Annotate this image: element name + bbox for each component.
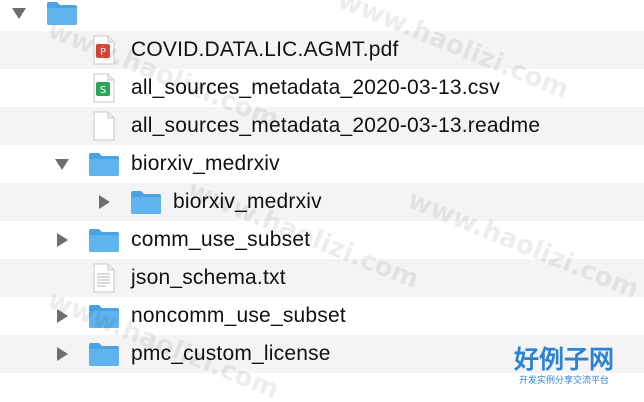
tree-row-file[interactable]: S all_sources_metadata_2020-03-13.csv <box>0 69 644 107</box>
brand-subtitle: 开发实例分享交流平台 <box>518 376 609 386</box>
tree-row-folder[interactable]: noncomm_use_subset <box>0 297 644 335</box>
tree-row-label: biorxiv_medrxiv <box>131 152 280 175</box>
csv-file-icon: S <box>88 72 120 104</box>
tree-row-label: json_schema.txt <box>131 266 286 289</box>
chevron-right-icon[interactable] <box>51 229 73 251</box>
tree-row-folder[interactable]: comm_use_subset <box>0 221 644 259</box>
chevron-right-icon[interactable] <box>51 305 73 327</box>
brand-logo: 好例子网 开发实例分享交流平台 <box>508 346 620 394</box>
svg-text:S: S <box>100 85 106 96</box>
tree-row-label: COVID.DATA.LIC.AGMT.pdf <box>131 38 399 61</box>
tree-row-file[interactable]: json_schema.txt <box>0 259 644 297</box>
tree-row-file[interactable]: all_sources_metadata_2020-03-13.readme <box>0 107 644 145</box>
tree-row-file[interactable]: P COVID.DATA.LIC.AGMT.pdf <box>0 31 644 69</box>
folder-icon <box>88 224 120 256</box>
tree-row-label: all_sources_metadata_2020-03-13.readme <box>131 114 541 137</box>
tree-row-label: 2020-03-13 <box>88 0 203 25</box>
pdf-file-icon: P <box>88 34 120 66</box>
file-tree: 2020-03-13 P COVID.DATA.LIC.AGMT.pdf S a… <box>0 0 644 402</box>
chevron-right-icon[interactable] <box>93 191 115 213</box>
tree-row-label: comm_use_subset <box>131 228 311 251</box>
chevron-right-icon[interactable] <box>51 343 73 365</box>
svg-text:P: P <box>100 47 106 58</box>
folder-icon <box>130 186 162 218</box>
tree-row-label: noncomm_use_subset <box>131 304 346 327</box>
tree-row-label: all_sources_metadata_2020-03-13.csv <box>131 76 500 99</box>
folder-icon <box>88 300 120 332</box>
folder-icon <box>46 0 78 29</box>
tree-row-label: pmc_custom_license <box>131 342 331 365</box>
folder-icon <box>88 338 120 370</box>
folder-icon <box>88 148 120 180</box>
tree-row-root[interactable]: 2020-03-13 <box>0 0 644 32</box>
document-icon <box>88 110 120 142</box>
tree-row-label: biorxiv_medrxiv <box>173 190 322 213</box>
tree-row-folder[interactable]: biorxiv_medrxiv <box>0 183 644 221</box>
chevron-down-icon[interactable] <box>51 153 73 175</box>
text-file-icon <box>88 262 120 294</box>
chevron-down-icon[interactable] <box>8 2 30 24</box>
brand-title: 好例子网 <box>513 345 614 374</box>
tree-row-folder[interactable]: biorxiv_medrxiv <box>0 145 644 183</box>
